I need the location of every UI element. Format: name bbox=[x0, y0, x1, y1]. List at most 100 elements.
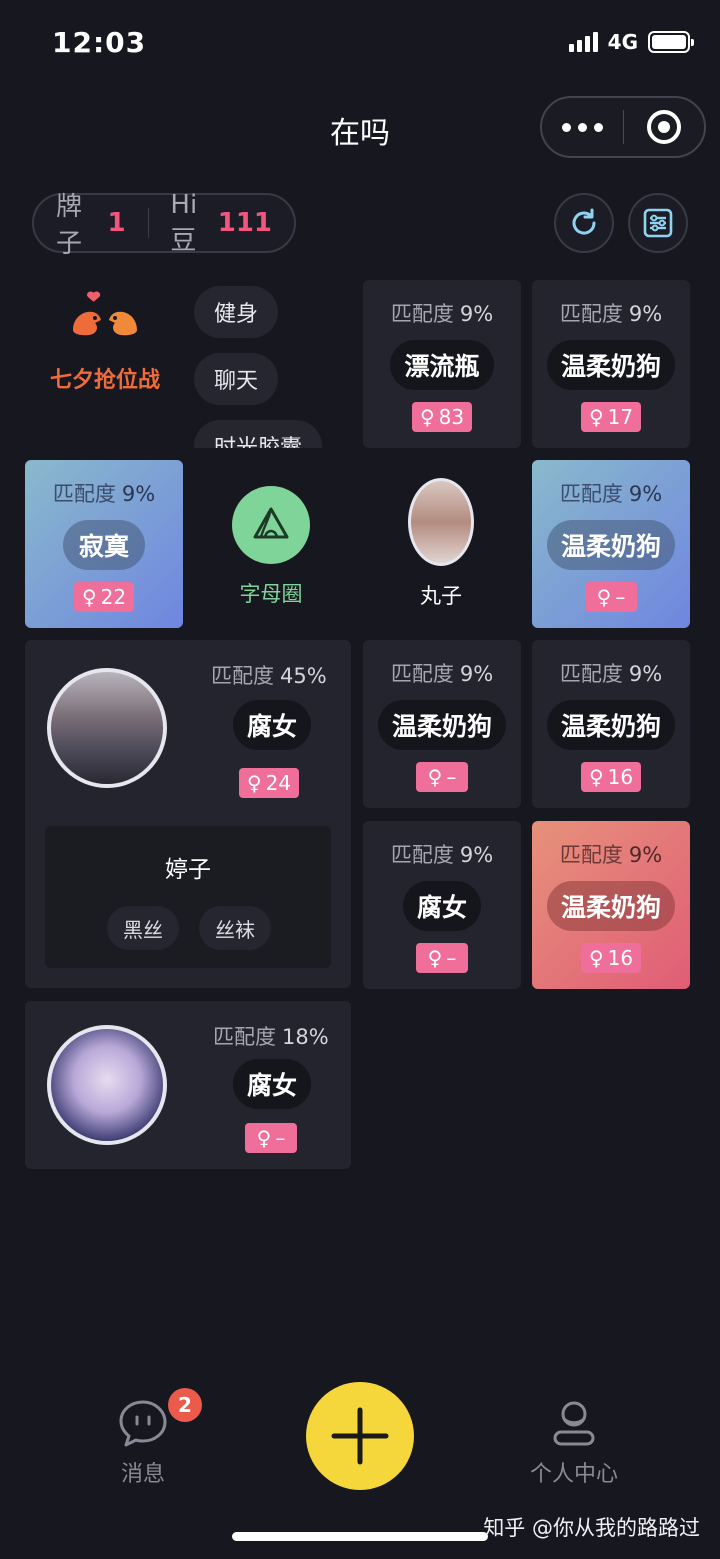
profile-box: 婷子 黑丝 丝袜 bbox=[45, 826, 331, 968]
signal-icon bbox=[568, 32, 598, 52]
persona-tag: 腐女 bbox=[233, 700, 312, 750]
gender-badge: ♀ 17 bbox=[580, 402, 642, 432]
tent-icon bbox=[232, 486, 310, 564]
circle-entry[interactable]: 字母圈 bbox=[232, 486, 310, 608]
match-card[interactable]: 匹配度 9% 温柔奶狗 ♀ – bbox=[532, 460, 690, 628]
female-icon: ♀ bbox=[588, 765, 604, 789]
female-icon: ♀ bbox=[427, 946, 443, 970]
match-score: 匹配度 45% bbox=[211, 664, 327, 688]
persona-tag: 温柔奶狗 bbox=[546, 881, 675, 931]
match-score: 匹配度 9% bbox=[559, 662, 663, 686]
match-card[interactable]: 匹配度 9% 温柔奶狗 ♀ 17 bbox=[532, 280, 690, 448]
topic-chip[interactable]: 聊天 bbox=[194, 353, 279, 405]
brand-label: 牌子 bbox=[56, 192, 83, 259]
beans-label: Hi豆 bbox=[170, 189, 198, 256]
beans-count: 111 bbox=[217, 208, 273, 238]
avatar bbox=[408, 478, 474, 566]
persona-tag: 寂寞 bbox=[62, 520, 145, 570]
gender-badge: ♀ 16 bbox=[580, 943, 642, 973]
topic-list: 健身 聊天 时光胶囊 bbox=[194, 286, 334, 448]
network-label: 4G bbox=[607, 30, 638, 54]
match-card[interactable]: 匹配度 9% 温柔奶狗 ♀ 16 bbox=[532, 821, 690, 989]
female-icon: ♀ bbox=[247, 771, 262, 795]
user-name: 婷子 bbox=[165, 857, 211, 883]
refresh-button[interactable] bbox=[554, 193, 614, 253]
topic-chip[interactable]: 健身 bbox=[194, 286, 279, 338]
brand-count: 1 bbox=[107, 208, 126, 238]
female-icon: ♀ bbox=[81, 585, 97, 609]
lovebirds-icon bbox=[73, 291, 137, 336]
user-name: 丸子 bbox=[420, 584, 462, 608]
match-score: 匹配度 9% bbox=[390, 843, 494, 867]
create-button[interactable] bbox=[306, 1382, 414, 1490]
filter-icon bbox=[643, 208, 673, 238]
festival-title: 七夕抢位战 bbox=[49, 368, 160, 393]
persona-tag: 温柔奶狗 bbox=[546, 340, 675, 390]
match-card[interactable]: 匹配度 9% 温柔奶狗 ♀ 16 bbox=[532, 640, 690, 808]
gender-badge: ♀ – bbox=[416, 762, 468, 792]
beans-stat[interactable]: Hi豆 111 bbox=[148, 190, 294, 257]
match-card[interactable]: 匹配度 9% 寂寞 ♀ 22 bbox=[25, 460, 183, 628]
persona-tag: 腐女 bbox=[233, 1059, 312, 1109]
gender-badge: ♀ 16 bbox=[580, 762, 642, 792]
persona-tag: 温柔奶狗 bbox=[377, 700, 506, 750]
user-card[interactable]: 匹配度 45% 腐女 ♀ 24 婷子 黑丝 丝袜 bbox=[25, 640, 351, 988]
avatar bbox=[47, 1025, 167, 1145]
stats-pill: 牌子 1 Hi豆 111 bbox=[32, 190, 296, 259]
topic-chip[interactable]: 时光胶囊 bbox=[194, 420, 323, 448]
more-icon[interactable] bbox=[542, 122, 623, 132]
interest-chip[interactable]: 黑丝 bbox=[107, 906, 179, 950]
match-score: 匹配度 9% bbox=[52, 482, 156, 506]
close-target-icon[interactable] bbox=[624, 110, 705, 144]
gender-badge: ♀ – bbox=[416, 943, 468, 973]
female-icon: ♀ bbox=[427, 765, 443, 789]
miniapp-capsule bbox=[540, 96, 706, 158]
gender-badge: ♀ 22 bbox=[73, 582, 135, 612]
status-indicators: 4G bbox=[568, 30, 694, 54]
gender-badge: ♀ – bbox=[245, 1123, 297, 1153]
gender-badge: ♀ 83 bbox=[411, 402, 473, 432]
match-score: 匹配度 9% bbox=[559, 302, 663, 326]
refresh-icon bbox=[572, 208, 596, 235]
person-icon bbox=[553, 1401, 595, 1446]
female-icon: ♀ bbox=[588, 946, 604, 970]
status-time: 12:03 bbox=[52, 26, 147, 59]
interest-chip[interactable]: 丝袜 bbox=[199, 906, 271, 950]
watermark: 知乎 @你从我的路路过 bbox=[483, 1516, 700, 1540]
nav-profile-label: 个人中心 bbox=[530, 1462, 619, 1487]
female-icon: ♀ bbox=[419, 405, 435, 429]
match-card[interactable]: 匹配度 9% 腐女 ♀ – bbox=[363, 821, 521, 989]
match-card[interactable]: 匹配度 9% 漂流瓶 ♀ 83 bbox=[363, 280, 521, 448]
user-card[interactable]: 匹配度 18% 腐女 ♀ – bbox=[25, 1001, 351, 1169]
female-icon: ♀ bbox=[588, 405, 604, 429]
nav-profile[interactable]: 个人中心 bbox=[530, 1398, 618, 1488]
persona-tag: 温柔奶狗 bbox=[546, 700, 675, 750]
circle-label: 字母圈 bbox=[239, 582, 303, 606]
gender-badge: ♀ – bbox=[585, 582, 637, 612]
avatar bbox=[47, 668, 167, 788]
user-entry[interactable]: 丸子 bbox=[408, 478, 474, 610]
match-score: 匹配度 9% bbox=[390, 662, 494, 686]
unread-badge: 2 bbox=[168, 1388, 202, 1422]
nav-messages[interactable]: 消息 bbox=[116, 1398, 170, 1488]
match-score: 匹配度 9% bbox=[559, 482, 663, 506]
nav-messages-label: 消息 bbox=[120, 1462, 165, 1487]
battery-icon bbox=[648, 31, 694, 53]
match-score: 匹配度 9% bbox=[390, 302, 494, 326]
match-score: 匹配度 9% bbox=[559, 843, 663, 867]
persona-tag: 漂流瓶 bbox=[390, 340, 494, 390]
gender-badge: ♀ 24 bbox=[239, 768, 300, 798]
filter-button[interactable] bbox=[628, 193, 688, 253]
persona-tag: 腐女 bbox=[402, 881, 481, 931]
festival-entry[interactable]: 七夕抢位战 bbox=[30, 290, 180, 440]
match-score: 匹配度 18% bbox=[213, 1025, 329, 1049]
chat-bubble-icon bbox=[119, 1400, 167, 1447]
home-indicator bbox=[232, 1532, 488, 1541]
brand-stat[interactable]: 牌子 1 bbox=[34, 186, 148, 260]
persona-tag: 温柔奶狗 bbox=[546, 520, 675, 570]
female-icon: ♀ bbox=[256, 1126, 272, 1150]
plus-icon bbox=[331, 1407, 389, 1465]
match-card[interactable]: 匹配度 9% 温柔奶狗 ♀ – bbox=[363, 640, 521, 808]
female-icon: ♀ bbox=[596, 585, 612, 609]
screen: 12:03 4G 在吗 牌子 1 Hi豆 111 七夕抢位战 健身 聊天 匹配度… bbox=[0, 0, 720, 1559]
